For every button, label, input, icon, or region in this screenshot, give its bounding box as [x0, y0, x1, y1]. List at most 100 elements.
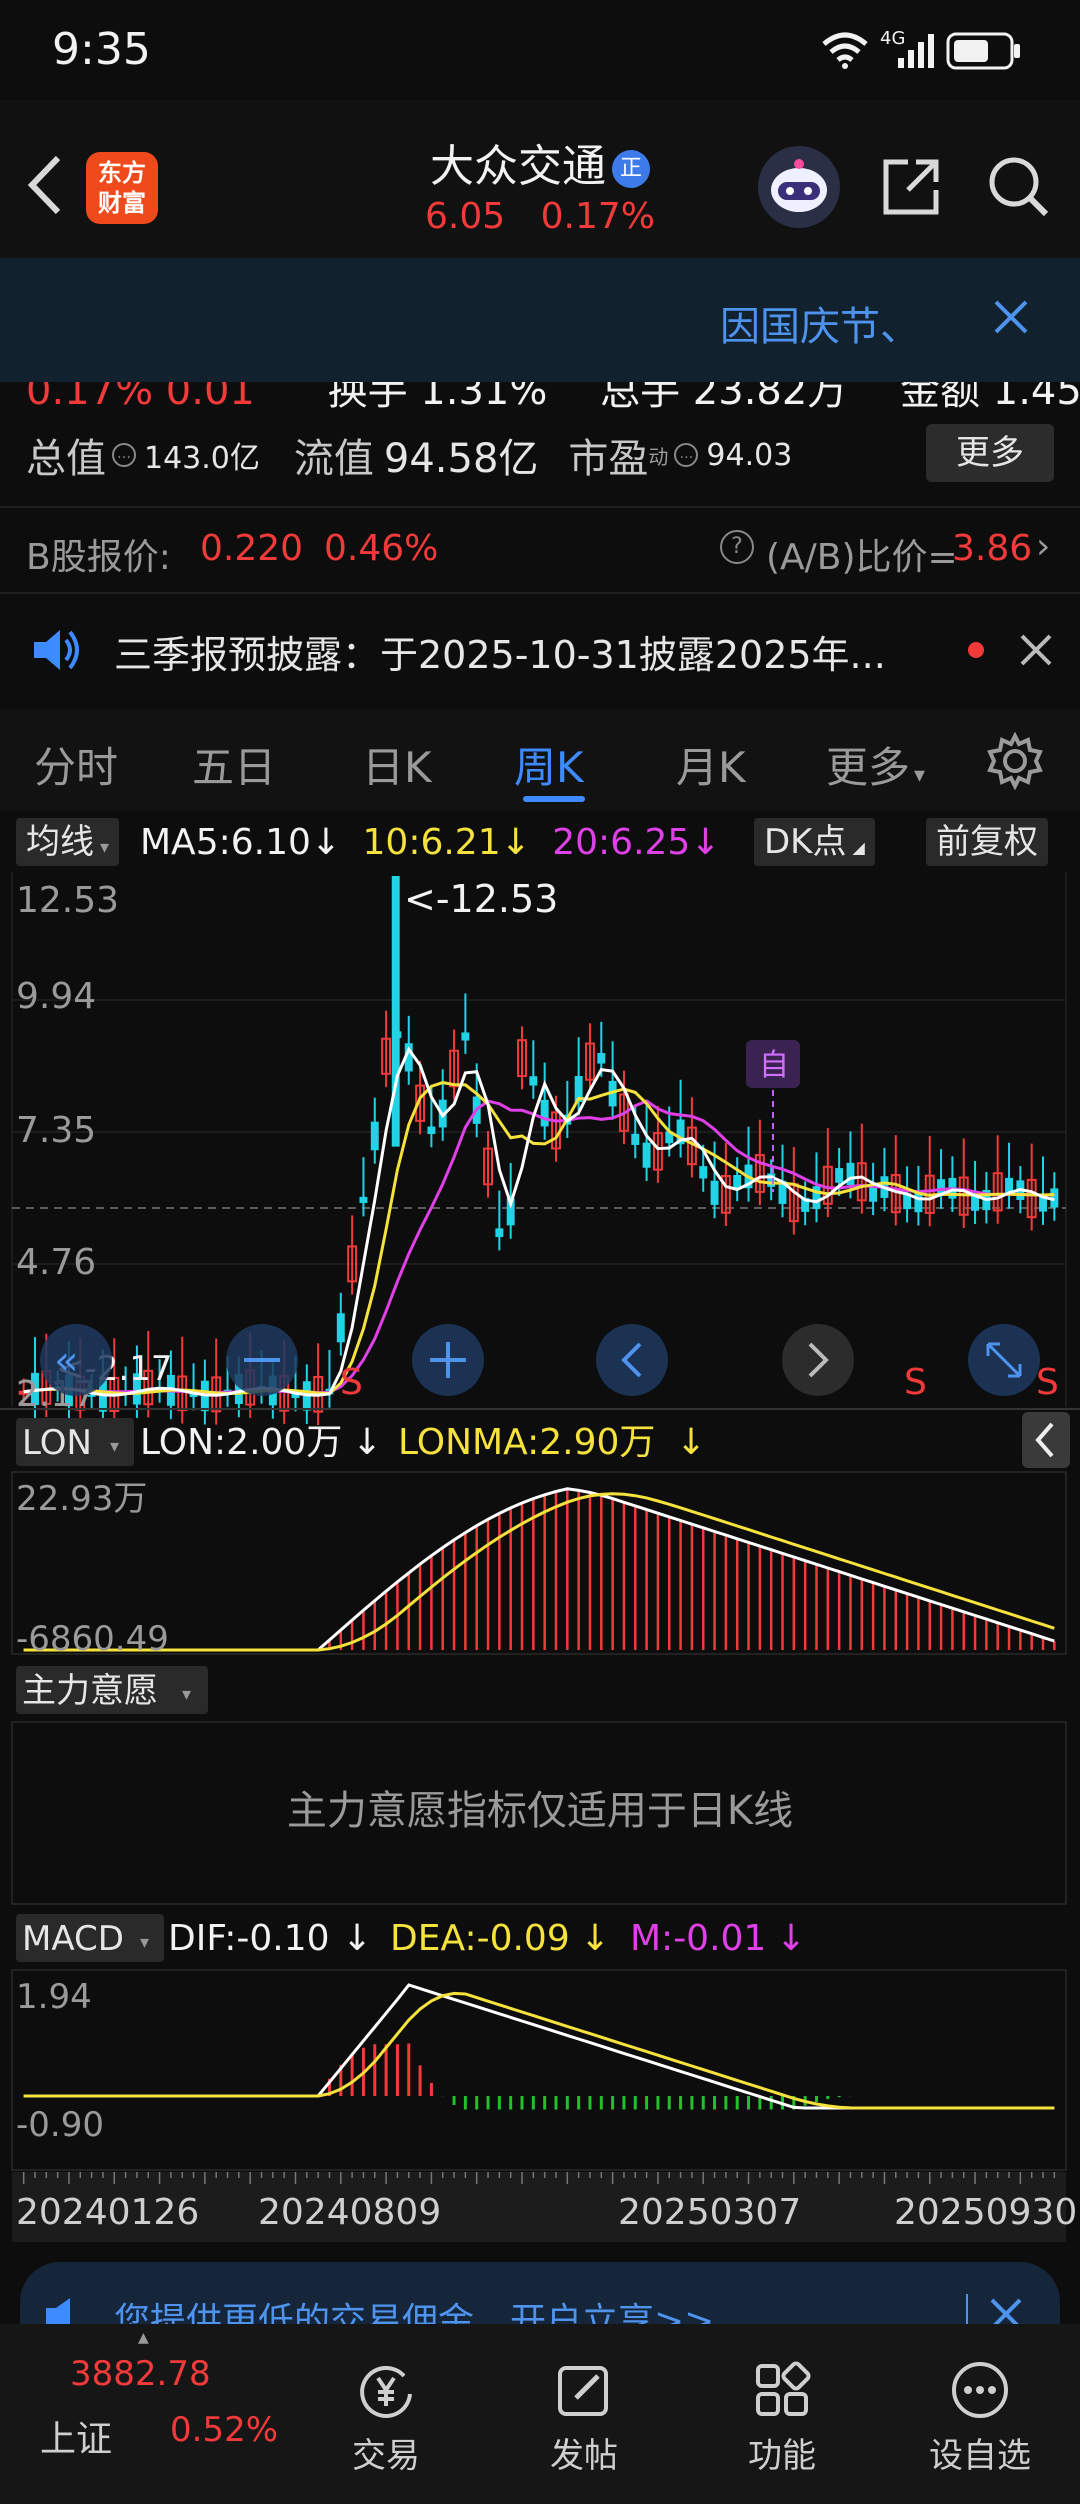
more-button[interactable]: 更多 — [926, 424, 1054, 482]
date-label: 20250930 — [894, 2192, 1077, 2233]
battery-icon — [946, 32, 1020, 70]
ab-ratio-label: (A/B)比价= — [766, 537, 958, 578]
lon-value: LON:2.00万 — [140, 1422, 342, 1463]
ma20-value: 20:6.25 — [552, 822, 691, 863]
share-icon[interactable] — [878, 154, 944, 220]
tab-five-day[interactable]: 五日 — [192, 734, 276, 795]
candle-body — [733, 1174, 742, 1188]
nav-functions[interactable]: 功能 — [712, 2360, 852, 2477]
tab-weekly-k[interactable]: 周K — [514, 734, 584, 795]
caret-up-icon: ▲ — [138, 2330, 149, 2346]
divider — [0, 592, 1080, 594]
fullscreen-button[interactable] — [968, 1324, 1040, 1396]
lonma-value: LONMA:2.90万 — [398, 1422, 655, 1463]
bshare-row[interactable]: B股报价: 0.220 0.46% ? (A/B)比价= 3.86 › — [0, 520, 1080, 580]
macd-axis-max: 1.94 — [16, 1977, 92, 2017]
zoom-in-button[interactable] — [412, 1324, 484, 1396]
index-name[interactable]: 上证 — [40, 2410, 112, 2462]
candlesticks — [18, 876, 1059, 1426]
lon-axis-max: 22.93万 — [16, 1479, 147, 1519]
lon-label: LON — [22, 1423, 92, 1463]
signal-icon — [898, 34, 934, 68]
self-marker: 自 — [759, 1048, 789, 1083]
tab-intraday[interactable]: 分时 — [34, 734, 118, 795]
arrow-down-icon: ↓ — [342, 1918, 372, 1959]
candle-body — [597, 1053, 606, 1064]
yen-refresh-icon — [360, 2365, 412, 2418]
tab-daily-k[interactable]: 日K — [362, 734, 432, 795]
pe-value: 94.03 — [706, 437, 793, 473]
date-label: 20240126 — [16, 2192, 199, 2233]
close-icon[interactable] — [1016, 630, 1056, 670]
indicator-select[interactable]: 均线 ▾ — [16, 818, 120, 866]
close-icon[interactable] — [986, 292, 1036, 342]
lon-line — [23, 1487, 1055, 1652]
axis-label-4: 4.76 — [16, 1242, 96, 1283]
info-icon[interactable]: … — [674, 443, 699, 467]
tab-more[interactable]: 更多 ▾ — [826, 734, 925, 795]
candle-body — [427, 1126, 436, 1135]
gear-icon[interactable] — [986, 732, 1044, 790]
info-icon[interactable]: … — [112, 443, 136, 467]
scroll-left-button[interactable] — [596, 1324, 668, 1396]
index-value: 3882.78 — [70, 2354, 211, 2394]
sell-signal: S — [1036, 1362, 1059, 1403]
ma-legend-row: 均线 ▾ MA5:6.10↓ 10:6.21↓ 20:6.25↓ DK点 ◢ 前复权 — [0, 816, 1080, 872]
kline-chart-area[interactable]: 12.53 9.94 7.35 4.76 2.17 <-12.53 <-2.17… — [0, 872, 1080, 2252]
holiday-notice[interactable]: 因国庆节、 — [0, 258, 1080, 382]
candle-body — [495, 1228, 504, 1238]
dea-line — [23, 1991, 1055, 2110]
ma5-value: MA5:6.10 — [140, 822, 311, 863]
candle-body — [529, 1076, 538, 1086]
candle-body — [359, 1196, 368, 1204]
date-label: 20240809 — [258, 2192, 441, 2233]
scroll-start-button[interactable]: « — [40, 1324, 112, 1396]
bottom-nav: 3882.78 ▲ 上证 0.52% 交易 发帖 功能 设自选 — [0, 2324, 1080, 2504]
arrow-down-icon: ↓ — [776, 1918, 806, 1959]
assistant-robot-icon[interactable] — [758, 146, 840, 228]
period-tabs: 分时 五日 日K 周K 月K 更多 ▾ — [0, 710, 1080, 810]
chart-nav-buttons: « — [40, 1324, 1040, 1396]
lonma-line — [23, 1492, 1055, 1652]
zoom-out-button[interactable] — [226, 1324, 298, 1396]
dk-point-button[interactable]: DK点 ◢ — [754, 818, 875, 866]
candle-body — [710, 1180, 719, 1205]
sell-signal: S — [904, 1362, 927, 1403]
float-value: 94.58亿 — [383, 436, 539, 482]
dea-value: DEA:-0.09 — [390, 1918, 570, 1959]
macd-axis-min: -0.90 — [16, 2105, 104, 2145]
caret-down-icon: ▾ — [110, 1436, 119, 1457]
nav-trade[interactable]: 交易 — [316, 2360, 456, 2477]
dif-value: DIF:-0.10 — [168, 1918, 330, 1959]
stock-name: 大众交通 — [430, 141, 606, 192]
index-pct: 0.52% — [170, 2410, 279, 2450]
corner-icon: ◢ — [852, 838, 865, 857]
nav-post[interactable]: 发帖 — [514, 2360, 654, 2477]
macd-panel-frame — [11, 1969, 1067, 2171]
caret-down-icon: ▾ — [140, 1932, 149, 1953]
notice-text: 因国庆节、 — [720, 304, 920, 350]
ab-ratio: 3.86 — [952, 528, 1033, 569]
adjust-button[interactable]: 前复权 — [926, 818, 1048, 866]
announcement-text: 三季报预披露：于2025-10-31披露2025年... — [114, 633, 886, 677]
status-bar: 9:35 4G — [0, 0, 1080, 100]
arrow-down-icon: ↓ — [580, 1918, 610, 1959]
bshare-label: B股报价: — [26, 537, 171, 578]
kline-grid — [11, 872, 1067, 1407]
double-chevron-left-icon: « — [54, 1338, 78, 1384]
axis-label-max: 12.53 — [16, 880, 119, 921]
axis-label-3: 7.35 — [16, 1110, 96, 1151]
candle-body — [336, 1313, 345, 1343]
m-value: M:-0.01 — [630, 1918, 766, 1959]
search-icon[interactable] — [986, 154, 1052, 220]
nav-add-watchlist[interactable]: 设自选 — [910, 2360, 1050, 2477]
ma10-value: 10:6.21 — [362, 822, 501, 863]
scroll-right-button[interactable] — [782, 1324, 854, 1396]
help-icon[interactable]: ? — [720, 530, 754, 564]
edit-icon — [558, 2366, 608, 2416]
arrow-down-icon: ↓ — [352, 1422, 382, 1463]
tab-monthly-k[interactable]: 月K — [676, 734, 746, 795]
collapse-panel-button[interactable] — [1022, 1412, 1070, 1468]
wifi-icon — [822, 32, 868, 69]
max-annotation: <-12.53 — [404, 877, 558, 921]
